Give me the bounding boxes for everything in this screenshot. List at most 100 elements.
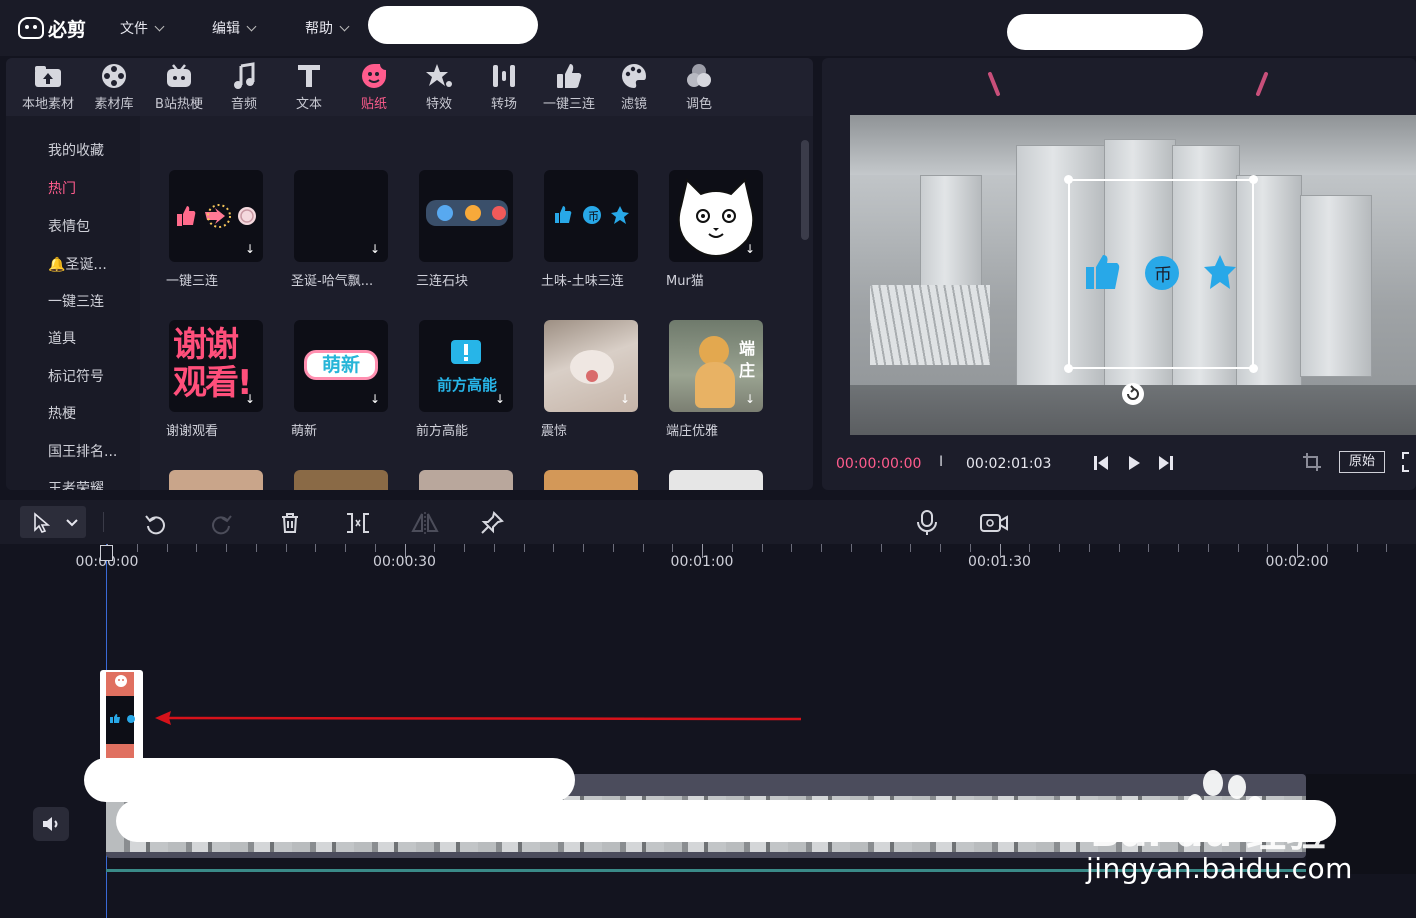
split-icon[interactable] [345,511,371,535]
ruler-tick [821,544,822,552]
tool-label: 滤镜 [620,97,647,112]
sticker-tile[interactable]: 萌新 ↓ [294,320,388,412]
panel-stack [870,285,990,365]
camera-record-icon[interactable] [979,512,1009,534]
tool-color-grade[interactable]: 调色 [666,62,732,116]
ruler-tick [255,544,257,552]
sticker-tile[interactable]: ↓ [669,170,763,262]
category-item[interactable]: 🔔圣诞... [48,254,107,274]
category-item[interactable]: 王者荣耀 [48,478,104,490]
tool-label: 转场 [490,97,517,112]
playhead-handle[interactable] [100,545,113,561]
tool-local-media[interactable]: 本地素材 [15,62,81,116]
sticker-tile[interactable] [419,170,513,262]
download-icon[interactable]: ↓ [243,242,257,256]
category-item-active[interactable]: 热门 [48,178,76,198]
fullscreen-icon[interactable] [1402,452,1416,472]
tool-label: 音频 [230,97,257,112]
menu-file-label: 文件 [120,21,148,37]
sticker-tile[interactable] [669,470,763,490]
menu-help[interactable]: 帮助 [305,18,350,38]
crop-icon[interactable] [1302,452,1322,472]
delete-icon[interactable] [278,511,302,535]
download-icon[interactable]: ↓ [743,242,757,256]
sticker-tile[interactable] [169,470,263,490]
ruler-tick [1029,544,1031,552]
sticker-art-text: 谢谢观看! [173,325,253,403]
menu-file[interactable]: 文件 [120,18,165,38]
microphone-icon[interactable] [916,509,938,537]
thumbs-up-icon [555,62,583,90]
download-icon[interactable]: ↓ [243,392,257,406]
sticker-tile[interactable] [419,470,513,490]
play-icon[interactable] [1125,454,1143,472]
video-preview[interactable]: 币 [850,115,1416,435]
rotate-icon[interactable] [1120,381,1146,407]
undo-icon[interactable] [143,511,167,535]
sticker-tile[interactable]: 前方高能 ↓ [419,320,513,412]
category-item[interactable]: 热梗 [48,403,76,423]
timeline-ruler[interactable]: 00:00:00 00:00:30 00:01:00 00:01:30 00:02:00 [0,544,1416,574]
mirror-icon[interactable] [411,511,439,535]
download-icon[interactable]: ↓ [368,242,382,256]
bilibili-tv-icon [165,62,193,90]
sticker-label: Mur猫 [666,274,704,289]
tool-audio[interactable]: 音频 [211,62,277,116]
warning-tv-icon [451,340,481,364]
tool-sticker[interactable]: 贴纸 [341,62,407,116]
tool-filter[interactable]: 滤镜 [601,62,667,116]
bilibili-logo-icon [18,17,44,39]
download-icon[interactable]: ↓ [743,392,757,406]
menu-help-label: 帮助 [305,21,333,37]
category-item[interactable]: 表情包 [48,216,90,236]
text-t-icon [296,62,322,90]
tool-bilibili-memes[interactable]: B站热梗 [146,62,212,116]
sticker-tile[interactable]: ↓ [294,170,388,262]
sticker-tile[interactable]: 端庄 ↓ [669,320,763,412]
redaction-blob [368,6,538,44]
tool-text[interactable]: 文本 [276,62,342,116]
resize-handle[interactable] [1064,175,1073,184]
download-icon[interactable]: ↓ [493,392,507,406]
ruler-tick [493,544,495,552]
track-mute-button[interactable] [33,807,69,841]
resize-handle[interactable] [1064,364,1073,373]
pointer-tool-select[interactable] [20,506,86,538]
svg-text:币: 币 [588,210,599,223]
redo-icon[interactable] [210,511,234,535]
skip-back-icon[interactable] [1092,454,1110,472]
ruler-label: 00:01:00 [670,554,734,570]
sticker-scrollbar[interactable] [801,140,809,240]
category-item[interactable]: 一键三连 [48,291,104,311]
ruler-tick [345,544,346,552]
pin-icon[interactable] [480,511,504,535]
tool-transition[interactable]: 转场 [471,62,537,116]
tool-effects[interactable]: 特效 [406,62,472,116]
download-icon[interactable]: ↓ [618,392,632,406]
ruler-tick [791,544,793,552]
aspect-original-button[interactable]: 原始 [1339,451,1385,473]
tool-triple-like[interactable]: 一键三连 [536,62,602,116]
sticker-selection-box[interactable]: 币 [1064,175,1258,373]
skip-forward-icon[interactable] [1157,454,1175,472]
sticker-tile[interactable]: ↓ [544,320,638,412]
ruler-tick [731,544,733,552]
tool-library[interactable]: 素材库 [81,62,147,116]
sticker-tile[interactable]: 谢谢观看! ↓ [169,320,263,412]
category-item[interactable]: 道具 [48,328,76,348]
category-item[interactable]: 国王排名... [48,441,117,461]
resize-handle[interactable] [1249,364,1258,373]
resize-handle[interactable] [1249,175,1258,184]
category-item[interactable]: 我的收藏 [48,140,104,160]
tool-label: 素材库 [94,97,134,112]
watermark-brand: Bai du 经验 [1090,810,1327,856]
download-icon[interactable]: ↓ [368,392,382,406]
sticker-clip[interactable] [100,670,143,768]
category-item[interactable]: 标记符号 [48,366,104,386]
cabinet [1300,195,1372,377]
sticker-tile[interactable] [544,470,638,490]
sticker-tile[interactable] [294,470,388,490]
sticker-tile[interactable]: ↓ [169,170,263,262]
menu-edit[interactable]: 编辑 [212,18,257,38]
sticker-tile[interactable]: 币 [544,170,638,262]
